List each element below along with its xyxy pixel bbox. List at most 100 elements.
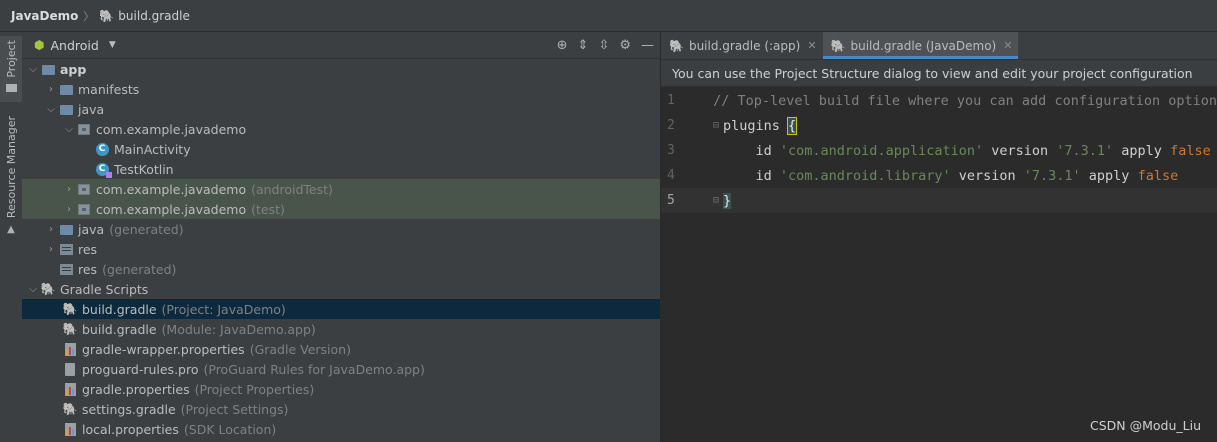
- tree-item-label: com.example.javademo: [96, 201, 247, 217]
- tree-item-mainactivity[interactable]: C MainActivity: [22, 139, 660, 159]
- fold-marker-icon[interactable]: ⊟: [709, 195, 723, 206]
- line-number: 1: [667, 93, 675, 108]
- view-mode-dropdown[interactable]: ⬢ Android ▼: [34, 38, 116, 53]
- tree-item-app[interactable]: ⌵ app: [22, 59, 660, 79]
- panel-toolbar: ⊕ ⇕ ⇳ ⚙ —: [557, 32, 654, 58]
- properties-file-icon: [62, 381, 78, 397]
- tree-item-label: manifests: [78, 81, 140, 97]
- collapse-all-icon[interactable]: ⇳: [598, 38, 609, 53]
- tree-item-hint: (Module: JavaDemo.app): [161, 321, 316, 337]
- resource-folder-icon: [58, 261, 74, 277]
- code-ident: id: [723, 142, 780, 159]
- tree-item-build-gradle-module[interactable]: 🐘 build.gradle (Module: JavaDemo.app): [22, 319, 660, 339]
- kotlin-class-icon: C: [94, 161, 112, 178]
- tree-item-hint: (Project: JavaDemo): [161, 301, 286, 317]
- chevron-right-icon[interactable]: ›: [44, 244, 58, 255]
- code-brace: {: [787, 116, 798, 135]
- watermark: CSDN @Modu_Liu: [1089, 418, 1201, 433]
- tree-item-java[interactable]: ⌵ java: [22, 99, 660, 119]
- tree-item-res-generated[interactable]: res (generated): [22, 259, 660, 279]
- generated-folder-icon: [58, 221, 74, 237]
- tree-item-label: MainActivity: [114, 141, 191, 157]
- chevron-down-icon[interactable]: ⌵: [62, 124, 76, 135]
- android-icon: ⬢: [34, 38, 45, 52]
- breadcrumb-separator: 〉: [83, 9, 95, 23]
- code-ident: apply: [1113, 142, 1171, 159]
- code-line: 4 id 'com.android.library' version '7.3.…: [661, 163, 1217, 188]
- tree-item-package-androidtest[interactable]: › com.example.javademo (androidTest): [22, 179, 660, 199]
- tab-project[interactable]: Project: [0, 36, 22, 102]
- tree-item-hint: (Project Settings): [180, 401, 289, 417]
- gear-icon[interactable]: ⚙: [619, 38, 631, 53]
- code-string: 'com.android.library': [779, 167, 951, 184]
- code-editor[interactable]: 1 // Top-level build file where you can …: [661, 88, 1217, 213]
- expand-all-icon[interactable]: ⇕: [578, 38, 589, 53]
- chevron-right-icon[interactable]: ›: [62, 184, 76, 195]
- tree-item-hint: (generated): [102, 261, 177, 277]
- tree-item-manifests[interactable]: › manifests: [22, 79, 660, 99]
- line-number: 3: [667, 143, 675, 158]
- project-panel: ⬢ Android ▼ ⊕ ⇕ ⇳ ⚙ — ⌵ app › manifests …: [22, 32, 660, 442]
- hide-icon[interactable]: —: [641, 38, 654, 53]
- tree-item-label: local.properties: [82, 421, 179, 437]
- tree-item-settings-gradle[interactable]: 🐘 settings.gradle (Project Settings): [22, 399, 660, 419]
- tree-item-res[interactable]: › res: [22, 239, 660, 259]
- breadcrumb-file[interactable]: build.gradle: [118, 9, 190, 23]
- properties-file-icon: [62, 421, 78, 437]
- line-number: 5: [667, 193, 675, 208]
- chevron-right-icon[interactable]: ›: [44, 224, 58, 235]
- tree-item-build-gradle-project[interactable]: 🐘 build.gradle (Project: JavaDemo): [22, 299, 660, 319]
- breadcrumb-project[interactable]: JavaDemo: [11, 9, 78, 23]
- view-mode-label: Android: [50, 37, 99, 53]
- tree-item-hint: (Project Properties): [194, 381, 315, 397]
- tree-item-label: build.gradle: [82, 321, 157, 337]
- project-panel-header: ⬢ Android ▼ ⊕ ⇕ ⇳ ⚙ —: [22, 32, 660, 59]
- tree-item-hint: (androidTest): [251, 181, 333, 197]
- code-string: '7.3.1': [1056, 142, 1114, 159]
- chevron-right-icon[interactable]: ›: [44, 84, 58, 95]
- package-icon: [76, 201, 92, 217]
- chevron-right-icon[interactable]: ›: [62, 204, 76, 215]
- code-keyword: false: [1170, 142, 1211, 159]
- resource-manager-icon: ▲: [7, 224, 15, 236]
- breadcrumb: JavaDemo 〉 🐘 build.gradle: [0, 0, 1217, 32]
- tree-item-package-test[interactable]: › com.example.javademo (test): [22, 199, 660, 219]
- tree-item-local-properties[interactable]: local.properties (SDK Location): [22, 419, 660, 439]
- tree-item-proguard-rules[interactable]: proguard-rules.pro (ProGuard Rules for J…: [22, 359, 660, 379]
- tree-item-gradle-scripts[interactable]: ⌵ 🐘 Gradle Scripts: [22, 279, 660, 299]
- properties-file-icon: [62, 341, 78, 357]
- chevron-down-icon[interactable]: ⌵: [44, 104, 58, 115]
- tree-item-package[interactable]: ⌵ com.example.javademo: [22, 119, 660, 139]
- class-icon: C: [94, 141, 110, 157]
- tab-build-gradle-javademo[interactable]: 🐘 build.gradle (JavaDemo) ✕: [822, 32, 1019, 59]
- close-icon[interactable]: ✕: [807, 39, 816, 52]
- code-ident: plugins: [723, 117, 789, 134]
- tab-resource-manager-label: Resource Manager: [4, 116, 18, 219]
- chevron-down-icon[interactable]: ⌵: [26, 64, 40, 75]
- gradle-elephant-icon: 🐘: [669, 38, 684, 53]
- tree-item-testkotlin[interactable]: C TestKotlin: [22, 159, 660, 179]
- gradle-elephant-icon: 🐘: [62, 302, 78, 316]
- fold-marker-icon[interactable]: ⊟: [709, 120, 723, 131]
- close-icon[interactable]: ✕: [1003, 39, 1012, 52]
- tree-item-label: com.example.javademo: [96, 181, 247, 197]
- tab-label: build.gradle (JavaDemo): [850, 38, 997, 53]
- code-ident: id: [723, 167, 780, 184]
- tree-item-java-generated[interactable]: › java (generated): [22, 219, 660, 239]
- tree-item-label: settings.gradle: [82, 401, 176, 417]
- locate-icon[interactable]: ⊕: [557, 38, 568, 53]
- tree-item-gradle-properties[interactable]: gradle.properties (Project Properties): [22, 379, 660, 399]
- tree-item-label: TestKotlin: [114, 161, 174, 177]
- tab-resource-manager[interactable]: Resource Manager ▲: [0, 116, 22, 236]
- tree-item-hint: (ProGuard Rules for JavaDemo.app): [203, 361, 425, 377]
- line-number: 4: [667, 168, 675, 183]
- tree-item-gradle-wrapper-properties[interactable]: gradle-wrapper.properties (Gradle Versio…: [22, 339, 660, 359]
- editor-area: 🐘 build.gradle (:app) ✕ 🐘 build.gradle (…: [661, 32, 1217, 442]
- gradle-elephant-icon: 🐘: [62, 402, 78, 416]
- gradle-elephant-icon: 🐘: [830, 38, 846, 53]
- chevron-down-icon[interactable]: ⌵: [26, 284, 40, 295]
- code-ident: apply: [1080, 167, 1138, 184]
- code-keyword: false: [1137, 167, 1179, 184]
- editor-tabbar: 🐘 build.gradle (:app) ✕ 🐘 build.gradle (…: [661, 32, 1217, 60]
- tab-build-gradle-app[interactable]: 🐘 build.gradle (:app) ✕: [661, 32, 823, 59]
